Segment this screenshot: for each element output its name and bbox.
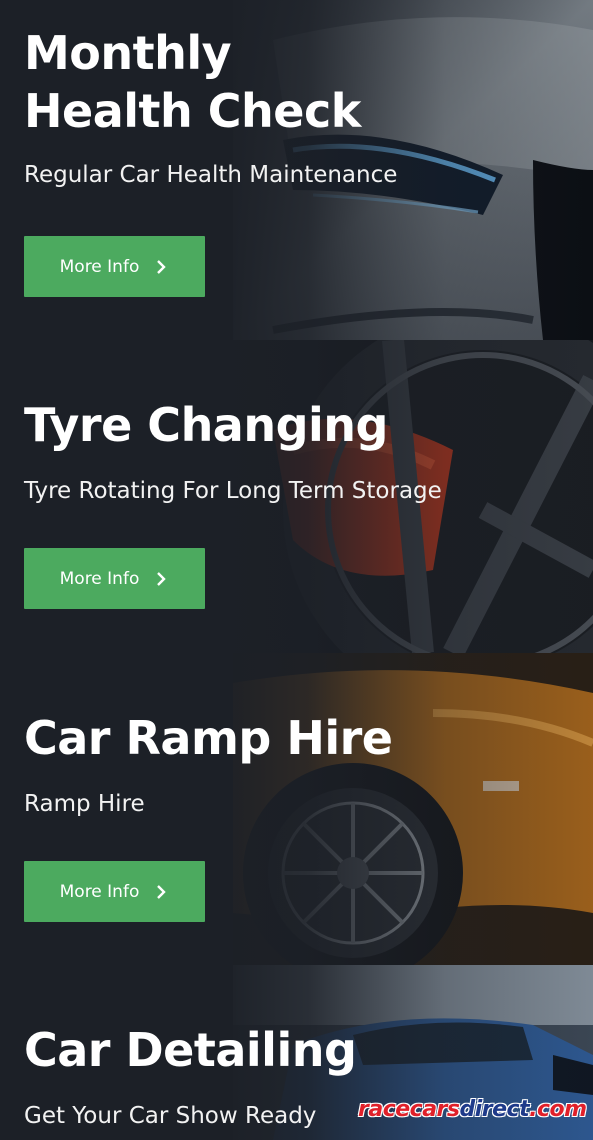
chevron-right-icon: [157, 259, 167, 274]
button-label: More Info: [59, 568, 140, 589]
services-page: Monthly Health Check Regular Car Health …: [0, 0, 593, 1140]
service-title: Tyre Changing: [24, 398, 388, 452]
service-title: Car Ramp Hire: [24, 711, 393, 765]
service-card-ramp-hire: Car Ramp Hire Ramp Hire More Info: [0, 653, 593, 965]
service-subtitle: Ramp Hire: [24, 791, 145, 817]
more-info-button[interactable]: More Info: [24, 548, 205, 609]
more-info-button[interactable]: More Info: [24, 236, 205, 297]
watermark-logo: racecarsdirect.com: [358, 1097, 587, 1122]
service-subtitle: Regular Car Health Maintenance: [24, 162, 398, 188]
chevron-right-icon: [157, 571, 167, 586]
more-info-button[interactable]: More Info: [24, 861, 205, 922]
button-label: More Info: [59, 256, 140, 277]
service-subtitle: Tyre Rotating For Long Term Storage: [24, 478, 442, 504]
service-card-tyre-changing: Tyre Changing Tyre Rotating For Long Ter…: [0, 340, 593, 653]
service-title: Monthly Health Check: [24, 26, 361, 138]
service-title: Car Detailing: [24, 1023, 357, 1077]
button-label: More Info: [59, 881, 140, 902]
service-card-health-check: Monthly Health Check Regular Car Health …: [0, 0, 593, 340]
chevron-right-icon: [157, 884, 167, 899]
